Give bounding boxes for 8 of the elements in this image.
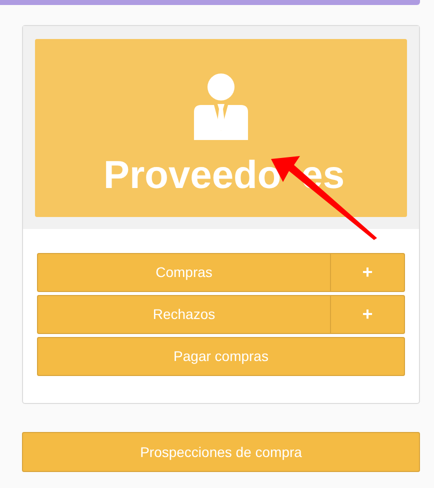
prospecting-button[interactable]: Prospecciones de compra [22, 432, 420, 472]
tile-title: Proveedo [103, 156, 282, 195]
person-icon [194, 73, 248, 140]
add-button[interactable]: + [331, 253, 405, 292]
add-button[interactable]: + [331, 295, 405, 334]
action-button[interactable]: Compras [37, 253, 331, 292]
action-button[interactable]: Pagar compras [37, 337, 405, 376]
action-button[interactable]: Rechazos [37, 295, 331, 334]
